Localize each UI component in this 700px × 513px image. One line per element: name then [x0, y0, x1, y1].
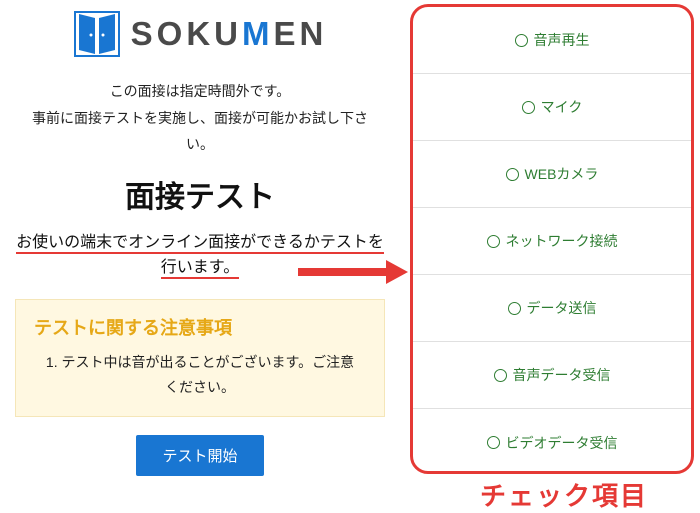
circle-icon: [508, 302, 521, 315]
logo-text: SOKUMEN: [131, 15, 328, 53]
start-test-button[interactable]: テスト開始: [136, 435, 263, 476]
circle-icon: [494, 369, 507, 382]
check-items-label: チェック項目: [480, 476, 648, 513]
check-item-label: 音声データ受信: [513, 365, 611, 385]
page-title: 面接テスト: [125, 172, 275, 216]
check-item-label: 音声再生: [534, 30, 590, 50]
circle-icon: [522, 101, 535, 114]
check-item-label: ネットワーク接続: [506, 231, 618, 251]
check-item-label: WEBカメラ: [525, 164, 599, 184]
subhead-part1: お使いの端末でオンライン面接ができるかテストを: [16, 234, 384, 254]
logo-text-prefix: SOKU: [131, 15, 242, 52]
check-item-mic: マイク: [413, 74, 691, 141]
logo-text-suffix: EN: [274, 15, 328, 52]
notice-line1: この面接は指定時間外です。: [110, 83, 291, 99]
caution-item: テスト中は音が出ることがございます。ご注意ください。: [42, 350, 358, 400]
circle-icon: [506, 168, 519, 181]
caution-title: テストに関する注意事項: [34, 314, 366, 340]
check-item-audio-playback: 音声再生: [413, 7, 691, 74]
circle-icon: [515, 34, 528, 47]
check-item-video-receive: ビデオデータ受信: [413, 409, 691, 474]
check-item-label: マイク: [541, 97, 583, 117]
check-item-audio-receive: 音声データ受信: [413, 342, 691, 409]
circle-icon: [487, 235, 500, 248]
check-item-network: ネットワーク接続: [413, 208, 691, 275]
logo-icon: [73, 8, 121, 60]
caution-list: テスト中は音が出ることがございます。ご注意ください。: [34, 350, 366, 400]
caution-box: テストに関する注意事項 テスト中は音が出ることがございます。ご注意ください。: [15, 299, 385, 417]
logo: SOKUMEN: [73, 8, 328, 60]
logo-text-accent: M: [242, 15, 274, 52]
arrow-icon: [298, 260, 408, 284]
check-item-label: ビデオデータ受信: [506, 433, 618, 453]
check-items-panel: 音声再生 マイク WEBカメラ ネットワーク接続 データ送信 音声データ受信 ビ…: [410, 4, 694, 474]
notice-text: この面接は指定時間外です。 事前に面接テストを実施し、面接が可能かお試し下さい。: [15, 78, 385, 158]
check-item-label: データ送信: [527, 298, 597, 318]
circle-icon: [487, 436, 500, 449]
check-item-data-send: データ送信: [413, 275, 691, 342]
notice-line2: 事前に面接テストを実施し、面接が可能かお試し下さい。: [32, 110, 368, 153]
left-panel: SOKUMEN この面接は指定時間外です。 事前に面接テストを実施し、面接が可能…: [0, 0, 400, 511]
subhead-part2: 行います。: [161, 259, 239, 279]
check-item-webcam: WEBカメラ: [413, 141, 691, 208]
